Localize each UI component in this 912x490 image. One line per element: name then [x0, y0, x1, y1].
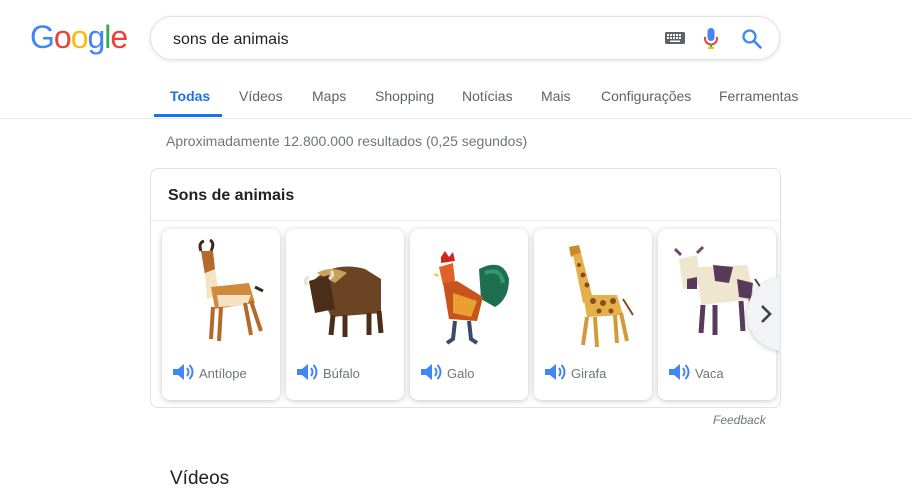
divider — [151, 220, 780, 221]
chevron-right-icon — [761, 305, 772, 323]
tab-configuracoes[interactable]: Configurações — [601, 88, 691, 104]
result-stats: Aproximadamente 12.800.000 resultados (0… — [166, 133, 528, 149]
antelope-image — [198, 239, 264, 342]
tab-shopping[interactable]: Shopping — [375, 88, 434, 104]
search-input[interactable] — [171, 27, 645, 53]
tab-ferramentas[interactable]: Ferramentas — [719, 88, 798, 104]
animal-tile-galo[interactable]: Galo — [410, 229, 528, 400]
search-tabs: Todas Vídeos Maps Shopping Notícias Mais… — [0, 80, 912, 119]
animal-sounds-card: Sons de animais Antílope Búfalo Galo Gir… — [150, 168, 781, 408]
animal-label: Búfalo — [323, 366, 360, 381]
card-title: Sons de animais — [168, 187, 295, 204]
feedback-link[interactable]: Feedback — [713, 413, 766, 427]
tab-mais[interactable]: Mais — [541, 88, 571, 104]
search-box — [150, 16, 780, 60]
logo-letter: o — [70, 19, 89, 55]
animal-label: Girafa — [571, 366, 607, 381]
active-tab-indicator — [154, 114, 222, 117]
logo-letter: g — [87, 19, 105, 55]
animal-tile-bufalo[interactable]: Búfalo — [286, 229, 404, 400]
giraffe-image — [569, 245, 634, 348]
speaker-icon[interactable] — [172, 362, 194, 382]
animal-tile-antilope[interactable]: Antílope — [162, 229, 280, 400]
rooster-image — [433, 251, 509, 345]
buffalo-image — [303, 266, 384, 337]
logo-letter: G — [30, 19, 55, 55]
logo-letter: o — [53, 19, 72, 55]
keyboard-icon[interactable] — [665, 32, 685, 44]
google-logo[interactable]: Google — [30, 19, 128, 56]
tab-noticias[interactable]: Notícias — [462, 88, 513, 104]
tab-maps[interactable]: Maps — [312, 88, 346, 104]
animal-label: Galo — [447, 366, 475, 381]
tab-todas[interactable]: Todas — [170, 88, 210, 104]
animal-label: Antílope — [199, 366, 247, 381]
speaker-icon[interactable] — [668, 362, 690, 382]
animal-tile-girafa[interactable]: Girafa — [534, 229, 652, 400]
animal-label: Vaca — [695, 366, 724, 381]
speaker-icon[interactable] — [296, 362, 318, 382]
microphone-icon[interactable] — [703, 27, 719, 51]
speaker-icon[interactable] — [420, 362, 442, 382]
speaker-icon[interactable] — [544, 362, 566, 382]
search-icon[interactable] — [741, 28, 763, 50]
logo-letter: e — [110, 19, 128, 55]
tab-videos[interactable]: Vídeos — [239, 88, 283, 104]
section-heading-videos: Vídeos — [170, 468, 230, 489]
